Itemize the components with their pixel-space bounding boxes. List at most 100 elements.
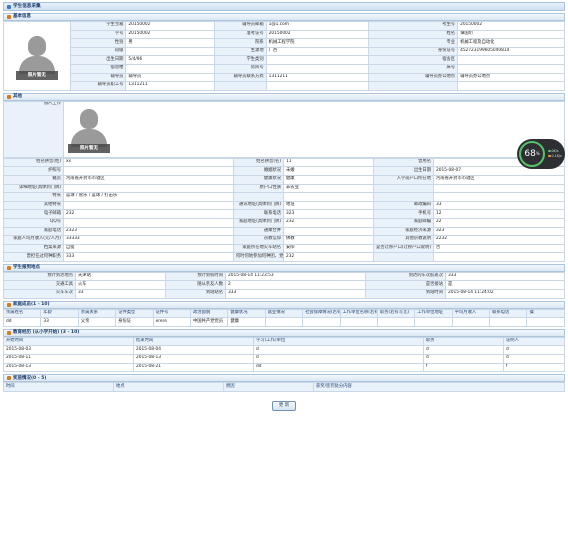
field-value[interactable]: 辅导员办公地点 [457, 72, 565, 83]
field-value[interactable]: 232 [283, 252, 374, 262]
field-value[interactable] [265, 55, 370, 65]
field-value[interactable]: 333 [225, 289, 366, 299]
field-value[interactable]: 健康 [283, 174, 374, 185]
field-value[interactable]: 火车 [75, 280, 166, 291]
basic-info-row: 辅导员职工号 1311211 [4, 81, 565, 91]
field-label: 预计到校时间 [165, 271, 226, 282]
field-value[interactable]: 河南省开封市市辖区 [63, 174, 234, 185]
field-value[interactable]: 非农业 [283, 183, 374, 194]
field-value[interactable] [125, 46, 216, 57]
table-cell: 2015-08-03 [3, 345, 134, 356]
network-monitor-widget[interactable]: 68% 0K/s 0.1K/s [517, 139, 565, 169]
other-info-row: 家庭人均月收入(元/人月) 33333 宗教信仰 佛教 其他宗教说明 2232 [3, 235, 565, 245]
column-header: 原因 [223, 382, 314, 392]
field-value[interactable]: 2323 [63, 226, 234, 237]
field-value[interactable]: 452723199605040814 [457, 46, 565, 57]
field-value[interactable] [283, 192, 374, 202]
section-icon [7, 265, 11, 270]
table-row[interactable]: 2015-08-03 2015-08-04 d d d [3, 345, 565, 356]
field-value[interactable] [265, 63, 370, 74]
field-value[interactable]: 1311211 [265, 72, 370, 83]
table-row[interactable]: 2015-08-11 2015-08-13 d d d [3, 354, 565, 364]
student-photo[interactable]: 照片暂无 [68, 105, 110, 154]
field-value[interactable]: 11 [283, 157, 374, 168]
field-value[interactable]: 20150002 [125, 29, 216, 40]
field-value[interactable]: 男 [125, 38, 216, 48]
field-value[interactable] [63, 183, 234, 194]
field-value[interactable]: 2015-08-14 11:24:02 [445, 289, 565, 299]
table-cell: d [503, 354, 565, 364]
field-value[interactable]: 20150002 [125, 21, 216, 31]
field-value[interactable]: 河南省开封市市辖区 [433, 174, 565, 185]
field-value[interactable]: 机械工程学院 [265, 38, 370, 48]
field-value[interactable] [283, 226, 374, 237]
field-label: 是否接站 [365, 280, 446, 291]
field-label: 姓名 [368, 29, 459, 40]
section-icon [7, 330, 11, 335]
field-value[interactable] [457, 63, 565, 74]
field-value[interactable]: 佛教 [283, 235, 374, 245]
field-value[interactable]: 机械工程及自动化 [457, 38, 565, 48]
table-cell [264, 317, 304, 327]
field-value[interactable]: 未婚 [283, 166, 374, 176]
field-value[interactable]: 33 [433, 200, 565, 211]
field-value[interactable]: 谭国珩 [457, 29, 565, 40]
field-value[interactable]: 辅导员 [125, 72, 216, 83]
field-value[interactable]: 广西 [265, 46, 370, 57]
field-value[interactable]: 323 [433, 226, 565, 237]
field-value[interactable]: 333 [445, 271, 565, 282]
field-label: 出生日期 [373, 166, 434, 176]
field-value[interactable]: 地址 [283, 200, 374, 211]
photo-upload-cell[interactable]: 照片暂无 [63, 100, 565, 158]
table-row[interactable]: 2015-08-13 2015-08-21 dd f f [3, 362, 565, 373]
other-info-table: 姓名拼音(姓) xx 姓名拼音(名) 11 曾用名 护照号 婚姻状况 未婚 出生日期 2015-0… [3, 157, 565, 262]
field-value[interactable]: 2232 [433, 235, 565, 245]
field-value[interactable]: 天津站 [75, 271, 166, 282]
field-label: 准考证号 [214, 29, 267, 40]
table-cell [339, 317, 378, 327]
field-value[interactable] [433, 252, 565, 262]
field-value[interactable]: 5/4/96 [125, 55, 216, 65]
table-row[interactable]: dd 33 父亲 身份证 erere 中国共产党党员 健康 [2, 317, 565, 327]
field-value[interactable]: 33 [75, 289, 166, 299]
field-value[interactable]: 2 [225, 280, 366, 291]
field-value[interactable] [433, 183, 565, 194]
column-header: 就业情况 [264, 308, 304, 319]
field-value[interactable] [63, 200, 234, 211]
field-value[interactable]: 20150002 [265, 29, 370, 40]
field-value[interactable]: 33333 [63, 235, 234, 245]
field-value[interactable]: 2015-08-14 11:23:53 [225, 271, 366, 282]
column-header: 地点 [113, 382, 224, 392]
field-value[interactable]: xx [63, 157, 234, 168]
field-label: 辅导员联系方式 [214, 72, 267, 83]
field-value[interactable]: 323 [283, 209, 374, 219]
field-value[interactable]: 232 [283, 217, 374, 228]
basic-info-title: 基本信息 [13, 14, 31, 20]
field-value[interactable]: 否 [433, 243, 565, 254]
field-value[interactable]: 1311211 [125, 81, 216, 91]
update-button[interactable]: 更 新 [271, 401, 297, 412]
field-value[interactable]: 22 [433, 217, 565, 228]
field-value[interactable]: 232 [63, 209, 234, 219]
field-value[interactable]: 333 [63, 252, 234, 262]
section-icon [7, 302, 11, 307]
field-value[interactable]: 篮球 / 管乐 / 篮球 / 打击乐 [63, 192, 234, 202]
field-value[interactable] [457, 81, 565, 91]
field-value[interactable]: 是 [445, 280, 565, 291]
student-info-page: 学生信息采集 基本信息 照片暂无 学生宝箱 20150002 辅导员邮箱 1@1.com… [0, 0, 568, 544]
field-value[interactable] [63, 217, 234, 228]
field-value[interactable]: 自提 [63, 243, 234, 254]
field-value[interactable]: 1@1.com [265, 21, 370, 31]
field-value[interactable]: 安阳 [283, 243, 374, 254]
field-value[interactable] [265, 81, 370, 91]
table-cell: d [423, 345, 504, 356]
field-value[interactable] [63, 166, 234, 176]
field-value[interactable] [457, 55, 565, 65]
table-cell: f [503, 362, 565, 373]
field-value[interactable] [433, 192, 565, 202]
field-value[interactable]: 12 [433, 209, 565, 219]
field-value[interactable]: 20150002 [457, 21, 565, 31]
field-label: 曾担任过何种职务 [3, 252, 64, 262]
other-info-row: QQ号 家庭地址(具体到门牌) 232 家庭邮编 22 [3, 217, 565, 228]
field-value[interactable] [125, 63, 216, 74]
